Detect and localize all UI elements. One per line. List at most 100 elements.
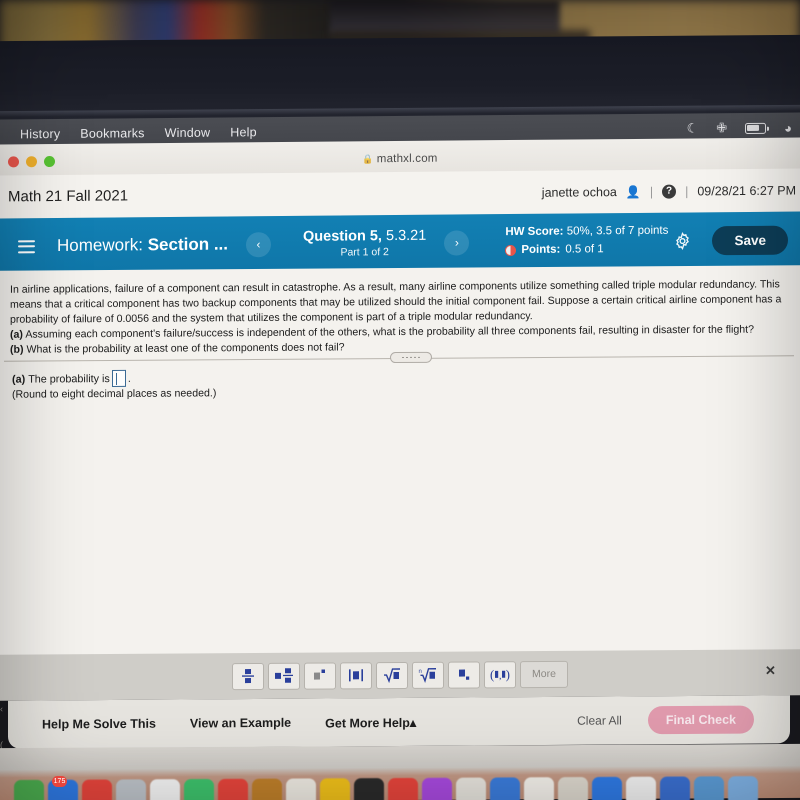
course-spacer: [128, 192, 542, 196]
svg-text:): ): [506, 667, 510, 682]
answer-trailing-punct: .: [127, 372, 131, 385]
account-area: janette ochoa 👤 | ? | 09/28/21 6:27 PM: [542, 183, 796, 199]
dock-icon-13[interactable]: [422, 777, 452, 800]
macos-dock: [0, 776, 800, 800]
math-palette: n (,) More: [0, 649, 800, 701]
next-question-button[interactable]: ›: [444, 229, 470, 256]
svg-text:(: (: [490, 667, 494, 682]
exponent-button[interactable]: [304, 661, 336, 690]
lock-icon: 🔒: [362, 153, 374, 164]
dock-icon-20[interactable]: [660, 776, 690, 800]
close-palette-icon[interactable]: ✕: [765, 663, 776, 679]
menubar-spacer: [257, 128, 687, 132]
rounding-instruction: (Round to eight decimal places as needed…: [12, 387, 217, 401]
final-check-button[interactable]: Final Check: [647, 705, 754, 735]
battery-icon[interactable]: [745, 122, 767, 134]
points-row: Points: 0.5 of 1: [505, 241, 668, 260]
homework-title: Homework: Section ...: [57, 235, 228, 256]
person-icon[interactable]: 👤: [626, 184, 641, 198]
answer-part-label: (a): [12, 373, 26, 386]
answer-prompt: The probability is: [28, 372, 110, 386]
timestamp: 09/28/21 6:27 PM: [697, 183, 796, 198]
dock-icon-17[interactable]: [558, 777, 588, 800]
dock-icon-4[interactable]: [116, 779, 146, 800]
answer-row: (a) The probability is .: [12, 369, 131, 388]
get-more-help-button[interactable]: Get More Help▴: [325, 714, 416, 730]
dock-icon-18[interactable]: [592, 776, 622, 800]
hw-score-row: HW Score: 50%, 3.5 of 7 points: [505, 223, 668, 242]
dock-icon-11[interactable]: [354, 778, 384, 800]
absolute-value-button[interactable]: [340, 661, 372, 689]
clear-all-button[interactable]: Clear All: [577, 713, 622, 727]
menu-item-window[interactable]: Window: [165, 126, 211, 140]
dock-icon-9[interactable]: [286, 778, 316, 800]
dock-icon-8[interactable]: [252, 778, 282, 800]
dock-icon-16[interactable]: [524, 777, 554, 800]
wifi-icon[interactable]: ◕: [784, 120, 792, 135]
question-part: Part 1 of 2: [340, 245, 389, 259]
dock-icon-15[interactable]: [490, 777, 520, 800]
gear-icon[interactable]: [673, 231, 692, 250]
dock-icon-6[interactable]: [184, 778, 214, 800]
points-label: Points:: [521, 243, 561, 256]
square-root-button[interactable]: [376, 661, 408, 689]
help-me-solve-this-button[interactable]: Help Me Solve This: [42, 717, 156, 732]
menu-item-bookmarks[interactable]: Bookmarks: [80, 126, 144, 141]
part-b-text: What is the probability at least one of …: [26, 341, 345, 356]
fraction-button[interactable]: [232, 662, 264, 690]
address-bar[interactable]: 🔒 mathxl.com: [0, 149, 800, 168]
course-title: Math 21 Fall 2021: [8, 187, 129, 206]
hamburger-menu-icon[interactable]: [18, 239, 35, 253]
dock-icon-19[interactable]: [626, 776, 656, 800]
hw-score-value: 50%, 3.5 of 7 points: [566, 224, 669, 238]
dock-icon-14[interactable]: [456, 777, 486, 800]
dock-badge-count: 175: [52, 775, 67, 788]
view-an-example-button[interactable]: View an Example: [190, 716, 291, 731]
dock-icon-21[interactable]: [694, 776, 724, 800]
laptop-photo: History Bookmarks Window Help ☾ ✙ ◕ 🔒 mat…: [0, 0, 800, 800]
save-button[interactable]: Save: [712, 225, 788, 255]
question-title-line: Question 5, 5.3.21: [303, 227, 426, 247]
pie-chart-icon: [505, 245, 517, 257]
answer-input[interactable]: [111, 369, 126, 388]
dock-icon-5[interactable]: [150, 779, 180, 800]
dock-icon-7[interactable]: [218, 778, 248, 800]
user-name[interactable]: janette ochoa: [542, 185, 617, 200]
question-mark-icon[interactable]: ?: [662, 184, 677, 199]
part-b-label: (b): [10, 343, 24, 356]
question-label: Question 5,: [303, 227, 382, 245]
interval-button[interactable]: (,): [484, 660, 516, 688]
menubar-status-icons: ☾ ✙ ◕: [687, 120, 792, 137]
grip-dots-icon[interactable]: [390, 351, 432, 364]
url-text: mathxl.com: [376, 152, 438, 165]
action-spacer: [416, 721, 577, 722]
moon-icon[interactable]: ☾: [687, 120, 699, 136]
dock-icon-22[interactable]: [728, 776, 758, 800]
dock-icon-1[interactable]: [14, 779, 44, 800]
previous-question-button[interactable]: ‹: [246, 231, 271, 257]
subscript-button[interactable]: [448, 660, 480, 689]
dock-icon-10[interactable]: [320, 778, 350, 800]
more-symbols-button[interactable]: More: [520, 660, 568, 688]
question-paragraph: In airline applications, failure of a co…: [10, 278, 782, 326]
divider-2: |: [685, 183, 689, 199]
caret-up-icon: ▴: [409, 715, 417, 730]
points-value: 0.5 of 1: [565, 243, 604, 256]
question-number: 5.3.21: [386, 227, 427, 244]
hw-score-label: HW Score:: [505, 225, 564, 239]
dock-icon-3[interactable]: [82, 779, 112, 800]
menu-item-history[interactable]: History: [20, 127, 60, 141]
get-more-help-label: Get More Help: [325, 715, 410, 731]
nth-root-button[interactable]: n: [412, 661, 444, 689]
homework-name[interactable]: Section ...: [148, 235, 228, 255]
assignment-toolbar: Homework: Section ... ‹ Question 5, 5.3.…: [0, 211, 800, 275]
part-a-text: Assuming each component's failure/succes…: [25, 323, 754, 341]
mixed-number-button[interactable]: [268, 662, 300, 690]
svg-text:,: ,: [499, 671, 501, 682]
action-toolbar: Help Me Solve This View an Example Get M…: [8, 695, 790, 749]
menu-item-help[interactable]: Help: [230, 125, 257, 139]
bluetooth-off-icon[interactable]: ✙: [716, 120, 727, 136]
dock-icon-12[interactable]: [388, 777, 418, 800]
question-content-area: In airline applications, failure of a co…: [0, 265, 800, 786]
question-indicator: Question 5, 5.3.21 Part 1 of 2: [303, 227, 426, 261]
